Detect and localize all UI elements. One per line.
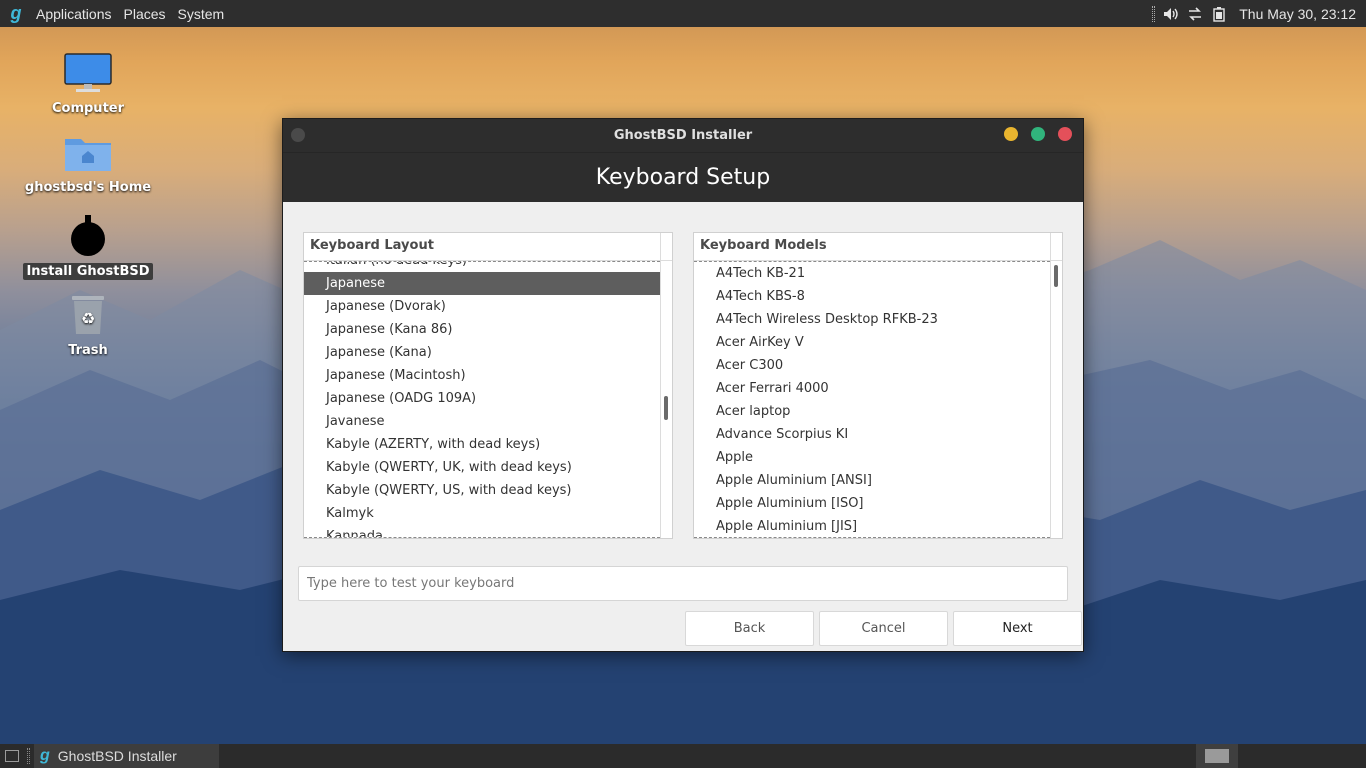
list-item[interactable]: A4Tech KB-21 (694, 262, 1050, 285)
battery-icon[interactable] (1211, 6, 1227, 22)
ghostbsd-logo-icon[interactable]: g (6, 3, 26, 24)
list-item[interactable]: Kannada (304, 525, 660, 537)
keyboard-models-heading[interactable]: Keyboard Models (694, 233, 1062, 261)
list-item[interactable]: Acer AirKey V (694, 331, 1050, 354)
list-item[interactable]: Japanese (Kana 86) (304, 318, 660, 341)
list-item[interactable]: Acer laptop (694, 400, 1050, 423)
next-button[interactable]: Next (953, 611, 1082, 646)
show-desktop-icon[interactable] (5, 750, 19, 762)
desktop-icon-home[interactable]: ghostbsd's Home (25, 133, 151, 196)
volume-icon[interactable] (1163, 6, 1179, 22)
top-panel: g Applications Places System Thu May 30,… (0, 0, 1366, 27)
keyboard-models-list[interactable]: A4Tech KB-21 A4Tech KBS-8 A4Tech Wireles… (694, 261, 1050, 538)
list-item[interactable]: Acer Ferrari 4000 (694, 377, 1050, 400)
menu-applications[interactable]: Applications (30, 6, 118, 22)
bottom-panel: g GhostBSD Installer (0, 744, 1366, 768)
window-menu-button[interactable] (291, 128, 305, 142)
list-item-selected[interactable]: Japanese (304, 272, 660, 295)
computer-icon (63, 52, 113, 98)
list-item[interactable]: Kalmyk (304, 502, 660, 525)
keyboard-layout-heading[interactable]: Keyboard Layout (304, 233, 672, 261)
menu-places[interactable]: Places (118, 6, 172, 22)
list-item[interactable]: Kabyle (AZERTY, with dead keys) (304, 433, 660, 456)
clock[interactable]: Thu May 30, 23:12 (1239, 6, 1356, 22)
desktop-icon-trash[interactable]: ♻ Trash (30, 292, 146, 359)
models-scrollbar-thumb[interactable] (1054, 265, 1058, 287)
tray-separator (1152, 5, 1156, 22)
desktop-icon-label: Computer (51, 101, 125, 116)
taskbar-item-installer[interactable]: g GhostBSD Installer (34, 744, 219, 768)
keyboard-models-panel: Keyboard Models A4Tech KB-21 A4Tech KBS-… (693, 232, 1063, 539)
layout-scrollbar-thumb[interactable] (664, 396, 668, 420)
list-item[interactable]: Italian (no dead keys) (304, 262, 660, 272)
list-item[interactable]: Apple Aluminium [ANSI] (694, 469, 1050, 492)
back-button[interactable]: Back (685, 611, 814, 646)
close-button[interactable] (1058, 127, 1072, 141)
desktop-icon-install[interactable]: Install GhostBSD (23, 213, 153, 280)
installer-icon (66, 213, 110, 261)
window-titlebar[interactable]: GhostBSD Installer (283, 119, 1083, 152)
keyboard-layout-list[interactable]: Italian (no dead keys) Japanese Japanese… (304, 261, 660, 538)
keyboard-test-input[interactable] (298, 566, 1068, 601)
trash-icon: ♻ (68, 292, 108, 340)
list-item[interactable]: Apple (694, 446, 1050, 469)
workspace-switcher[interactable] (1196, 744, 1238, 768)
panel-handle (27, 748, 30, 764)
list-item[interactable]: Japanese (Kana) (304, 341, 660, 364)
cancel-button[interactable]: Cancel (819, 611, 948, 646)
page-title: Keyboard Setup (283, 152, 1083, 202)
list-item[interactable]: Apple Aluminium [JIS] (694, 515, 1050, 537)
menu-system[interactable]: System (172, 6, 231, 22)
maximize-button[interactable] (1031, 127, 1045, 141)
network-icon[interactable] (1187, 6, 1203, 22)
list-item[interactable]: Apple Aluminium [ISO] (694, 492, 1050, 515)
list-item[interactable]: Advance Scorpius KI (694, 423, 1050, 446)
list-item[interactable]: Japanese (Macintosh) (304, 364, 660, 387)
list-item[interactable]: A4Tech Wireless Desktop RFKB-23 (694, 308, 1050, 331)
home-folder-icon (63, 133, 113, 177)
taskbar-item-label: GhostBSD Installer (57, 748, 177, 764)
list-item[interactable]: Acer C300 (694, 354, 1050, 377)
window-controls (1004, 127, 1072, 141)
list-item[interactable]: A4Tech KBS-8 (694, 285, 1050, 308)
desktop-icon-computer[interactable]: Computer (30, 52, 146, 117)
svg-text:♻: ♻ (81, 309, 95, 328)
desktop-icon-label: Install GhostBSD (23, 263, 153, 280)
keyboard-layout-panel: Keyboard Layout Italian (no dead keys) J… (303, 232, 673, 539)
list-item[interactable]: Japanese (OADG 109A) (304, 387, 660, 410)
installer-window: GhostBSD Installer Keyboard Setup Keyboa… (282, 118, 1084, 652)
workspace-1[interactable] (1205, 749, 1229, 763)
models-scrollbar[interactable] (1050, 261, 1062, 538)
list-item[interactable]: Javanese (304, 410, 660, 433)
desktop-icon-label: Trash (68, 343, 108, 358)
ghostbsd-icon: g (40, 747, 50, 764)
minimize-button[interactable] (1004, 127, 1018, 141)
system-tray: Thu May 30, 23:12 (1152, 5, 1366, 22)
list-item[interactable]: Kabyle (QWERTY, UK, with dead keys) (304, 456, 660, 479)
list-item[interactable]: Kabyle (QWERTY, US, with dead keys) (304, 479, 660, 502)
layout-scrollbar[interactable] (660, 261, 672, 538)
desktop-icon-label: ghostbsd's Home (24, 180, 152, 195)
window-title: GhostBSD Installer (613, 128, 753, 143)
list-item[interactable]: Japanese (Dvorak) (304, 295, 660, 318)
